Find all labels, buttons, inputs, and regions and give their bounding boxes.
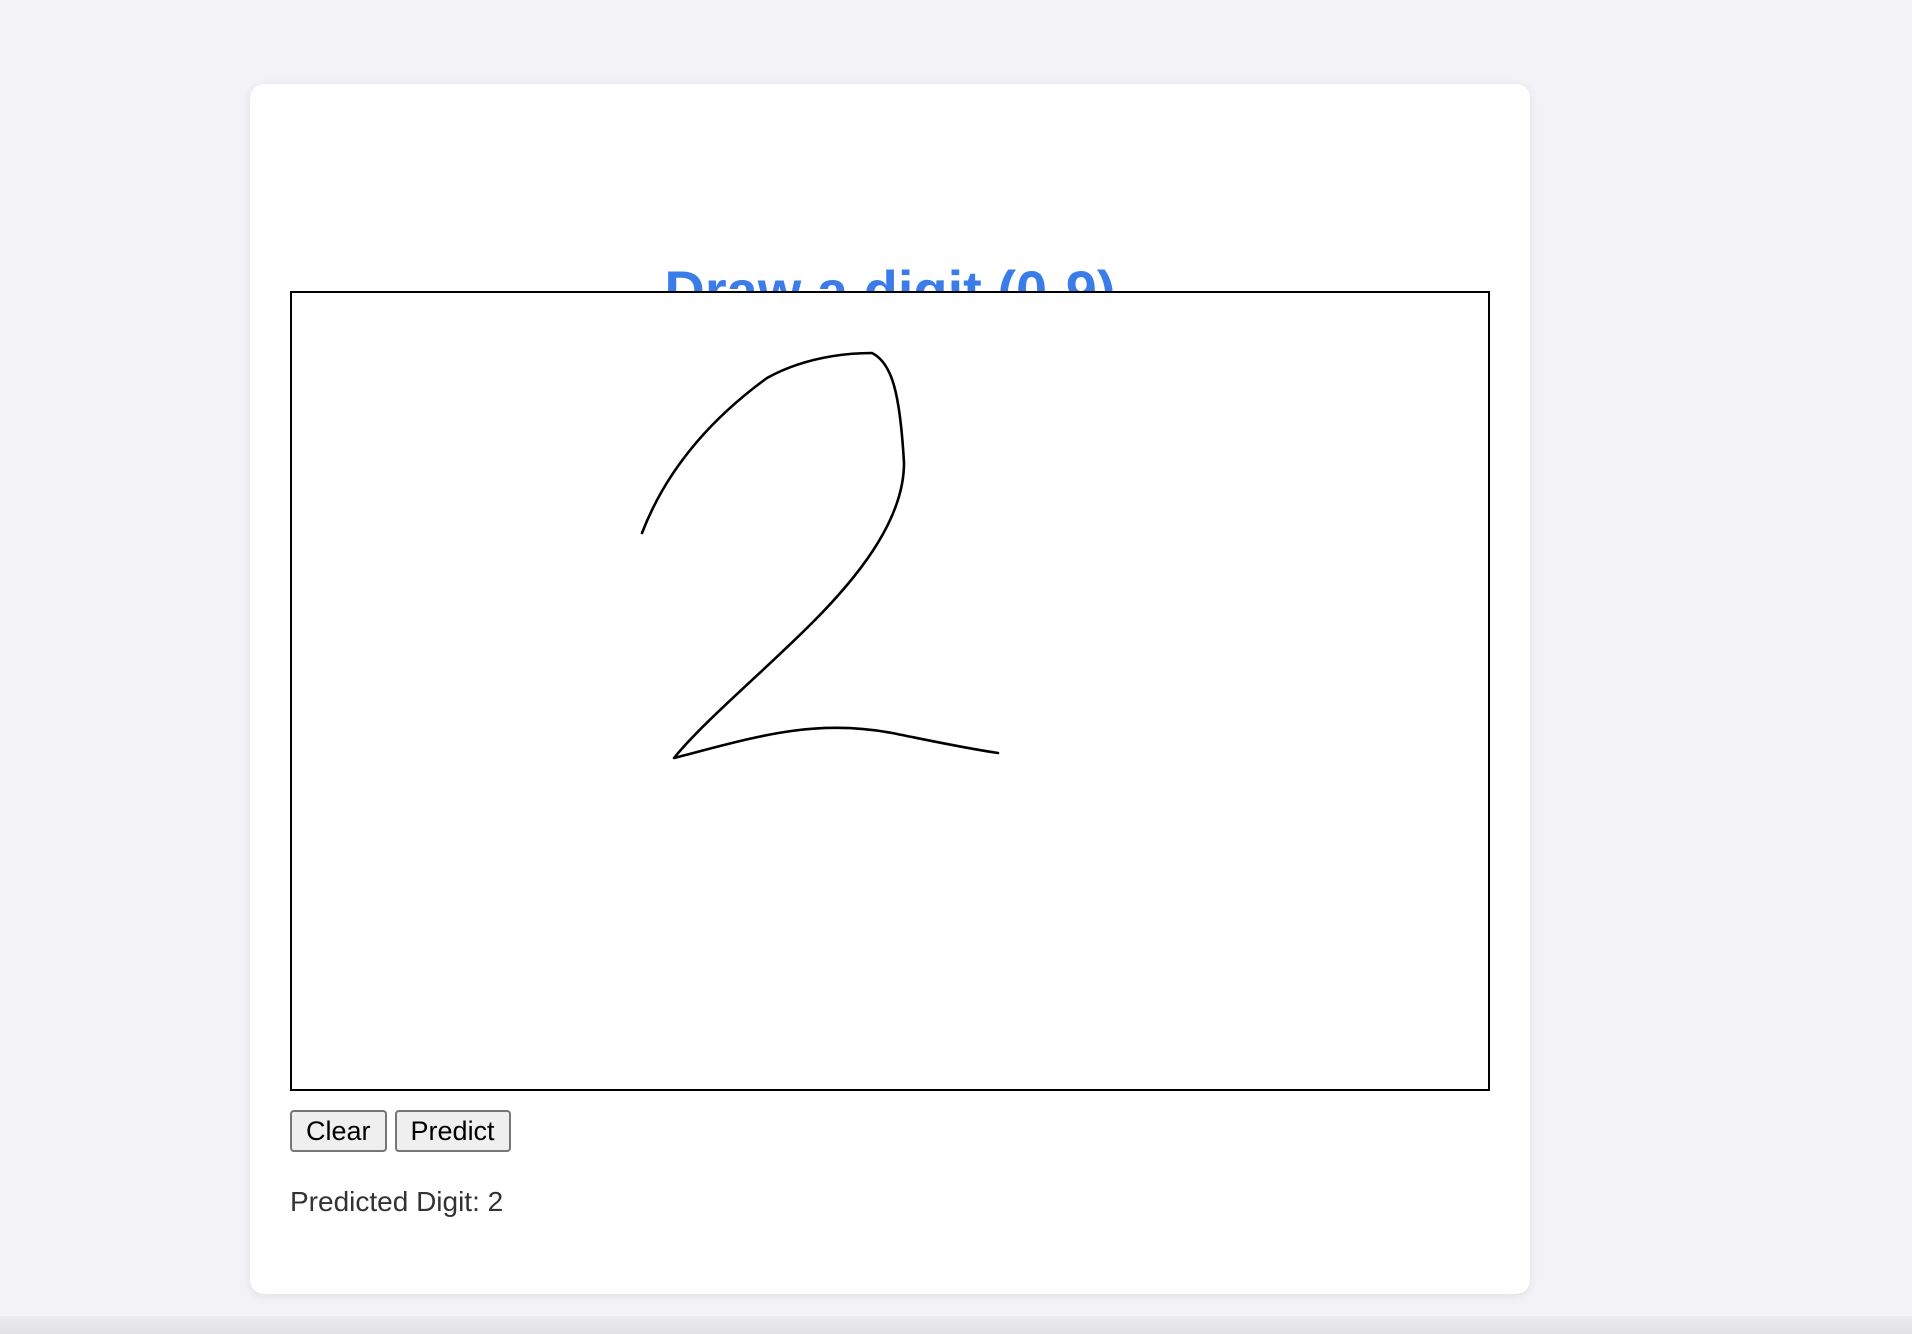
prediction-value: 2 [487,1186,504,1217]
clear-button[interactable]: Clear [290,1110,387,1152]
handwritten-stroke [640,351,1000,760]
main-card: Draw a digit (0-9) Clear Predict Predict… [250,84,1530,1294]
controls-row: Clear Predict [290,1110,511,1152]
prediction-label: Predicted Digit: [290,1186,480,1217]
predict-button[interactable]: Predict [394,1110,511,1152]
bottom-strip [0,1316,1912,1334]
prediction-result: Predicted Digit: 2 [290,1186,503,1218]
drawing-canvas[interactable] [290,291,1490,1091]
